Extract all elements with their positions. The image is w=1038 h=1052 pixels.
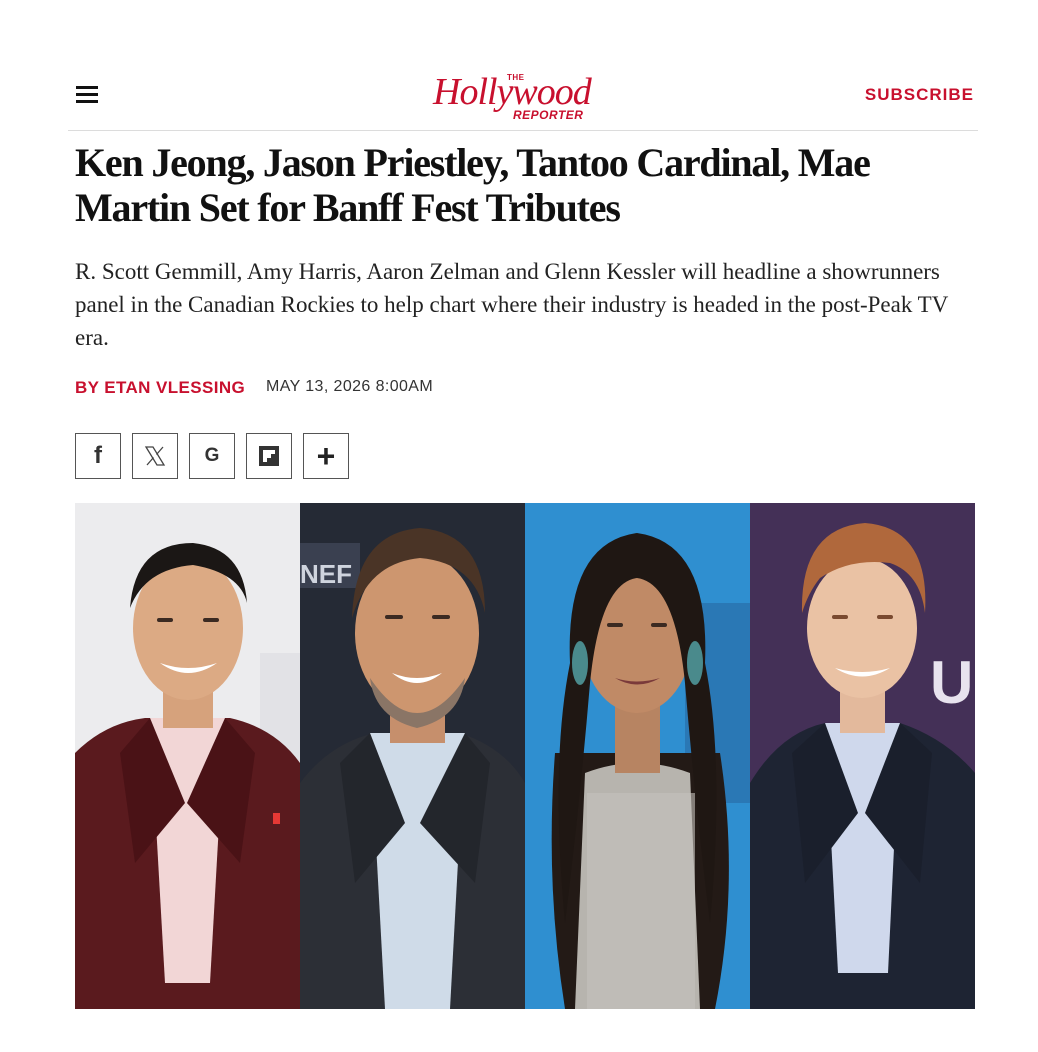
subscribe-link[interactable]: SUBSCRIBE	[865, 85, 974, 105]
share-more-button[interactable]: +	[303, 433, 349, 479]
photo-mae-martin: U	[750, 503, 975, 1009]
author-byline[interactable]: BY ETAN VLESSING	[75, 378, 245, 398]
article-hero-image: NEF U	[75, 503, 975, 1009]
backdrop-logo-text: NEF	[300, 559, 352, 589]
site-header: Hollywood THE REPORTER SUBSCRIBE	[68, 60, 978, 131]
logo-reporter: REPORTER	[513, 108, 584, 122]
share-facebook-button[interactable]: f	[75, 433, 121, 479]
photo-jason-priestley: NEF	[300, 503, 525, 1009]
share-bar: f G +	[75, 433, 349, 479]
article-dek: R. Scott Gemmill, Amy Harris, Aaron Zelm…	[75, 259, 948, 350]
google-icon: G	[204, 445, 220, 466]
facebook-icon: f	[94, 442, 102, 469]
plus-icon: +	[316, 438, 336, 474]
flipboard-icon	[259, 446, 279, 466]
share-flipboard-button[interactable]	[246, 433, 292, 479]
backdrop-text: U	[930, 649, 973, 716]
publish-date: MAY 13, 2026 8:00AM	[266, 378, 434, 395]
article-headline: Ken Jeong, Jason Priestley, Tantoo Cardi…	[75, 140, 871, 230]
photo-tantoo-cardinal	[525, 503, 750, 1009]
logo-the: THE	[507, 73, 525, 82]
share-x-button[interactable]	[132, 433, 178, 479]
photo-ken-jeong	[75, 503, 300, 1009]
share-google-button[interactable]: G	[189, 433, 235, 479]
site-logo[interactable]: Hollywood THE REPORTER	[433, 66, 618, 126]
hamburger-menu-icon[interactable]	[76, 86, 98, 104]
x-icon	[144, 446, 166, 466]
